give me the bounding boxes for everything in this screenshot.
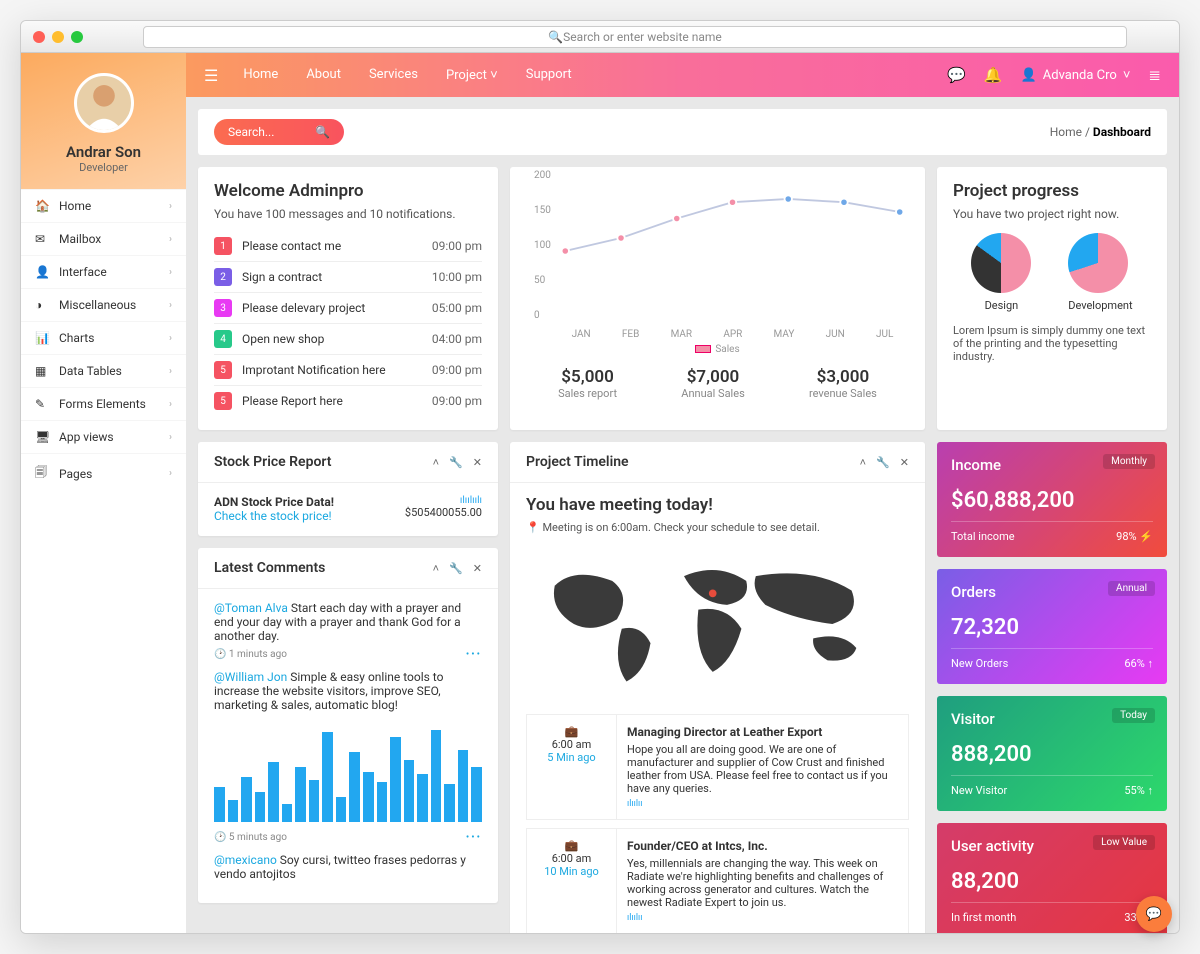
task-row[interactable]: 5Improtant Notification here09:00 pm — [214, 355, 482, 386]
nav-item[interactable]: 🖥App views› — [21, 420, 186, 453]
sidebar: Andrar Son Developer 🏠Home›✉Mailbox›👤Int… — [21, 53, 186, 933]
topnav-item[interactable]: Services — [369, 67, 418, 83]
task-row[interactable]: 2Sign a contract10:00 pm — [214, 262, 482, 293]
menu-toggle-icon[interactable]: ☰ — [204, 66, 218, 85]
timeline-item: 💼6:00 am5 Min ago Managing Director at L… — [526, 714, 909, 820]
nav-item[interactable]: ◑Miscellaneous› — [21, 288, 186, 321]
chevron-right-icon: › — [169, 201, 172, 212]
chat-fab[interactable]: 💬 — [1136, 896, 1172, 932]
timeline-card: Project Timeline˄🔧✕ You have meeting tod… — [510, 442, 925, 933]
nav-item[interactable]: ✉Mailbox› — [21, 222, 186, 255]
task-row[interactable]: 4Open new shop04:00 pm — [214, 324, 482, 355]
apps-icon[interactable]: ≣ — [1148, 66, 1161, 84]
home-icon: 🏠 — [35, 199, 51, 213]
chevron-right-icon: › — [169, 267, 172, 278]
world-map[interactable] — [526, 544, 909, 704]
search-input[interactable]: Search...🔍 — [214, 119, 344, 145]
sales-chart-card: 050100150200 JANFEBMARAPRMAYJUNJUL Sales… — [510, 167, 925, 430]
chevron-right-icon: › — [169, 399, 172, 410]
stat-card-activity[interactable]: User activityLow Value 88,200 In first m… — [937, 823, 1167, 933]
more-icon[interactable]: ••• — [466, 832, 482, 843]
interface-icon: 👤 — [35, 265, 51, 279]
maximize-window-icon[interactable] — [71, 31, 83, 43]
chevron-right-icon: › — [169, 300, 172, 311]
bell-icon[interactable]: 🔔 — [984, 66, 1003, 84]
profile-name: Andrar Son — [31, 143, 176, 161]
app views-icon: 🖥 — [35, 430, 51, 444]
search-icon: 🔍 — [315, 125, 330, 139]
user-menu[interactable]: 👤 Advanda Cro ˅ — [1021, 67, 1131, 83]
topnav-item[interactable]: Project ˅ — [446, 67, 498, 83]
stock-card: Stock Price Report˄🔧✕ ADN Stock Price Da… — [198, 442, 498, 536]
close-window-icon[interactable] — [33, 31, 45, 43]
welcome-card: Welcome Adminpro You have 100 messages a… — [198, 167, 498, 430]
more-icon[interactable]: ••• — [466, 649, 482, 660]
close-icon[interactable]: ✕ — [473, 456, 482, 469]
pages-icon: 🗐 — [35, 463, 51, 484]
topnav-item[interactable]: Support — [526, 67, 572, 83]
nav-item[interactable]: ✎Forms Elements› — [21, 387, 186, 420]
topnav-item[interactable]: About — [306, 67, 341, 83]
avatar[interactable] — [74, 73, 134, 133]
pie-chart — [971, 233, 1031, 293]
task-row[interactable]: 1Please contact me09:00 pm — [214, 231, 482, 262]
pie-chart — [1068, 233, 1128, 293]
url-bar[interactable]: 🔍 Search or enter website name — [143, 26, 1127, 48]
task-row[interactable]: 5Please Report here09:00 pm — [214, 386, 482, 416]
browser-titlebar: 🔍 Search or enter website name — [21, 21, 1179, 53]
data tables-icon: ▦ — [35, 364, 51, 378]
nav-item[interactable]: 👤Interface› — [21, 255, 186, 288]
comments-card: Latest Comments˄🔧✕ @Toman Alva Start eac… — [198, 548, 498, 903]
stat-card-income[interactable]: IncomeMonthly $60,888,200 Total income98… — [937, 442, 1167, 557]
profile-role: Developer — [31, 161, 176, 174]
chevron-right-icon: › — [169, 234, 172, 245]
charts-icon: 📊 — [35, 331, 51, 345]
nav-item[interactable]: 🏠Home› — [21, 189, 186, 222]
mailbox-icon: ✉ — [35, 232, 51, 246]
miscellaneous-icon: ◑ — [35, 298, 51, 312]
nav-item[interactable]: 🗐Pages› — [21, 453, 186, 493]
timeline-item: 💼6:00 am10 Min ago Founder/CEO at Intcs,… — [526, 828, 909, 933]
chevron-right-icon: › — [169, 468, 172, 479]
topbar: ☰ HomeAboutServicesProject ˅Support 💬 🔔 … — [186, 53, 1179, 97]
nav-item[interactable]: 📊Charts› — [21, 321, 186, 354]
forms elements-icon: ✎ — [35, 397, 51, 411]
breadcrumb: Home / Dashboard — [1050, 125, 1151, 139]
chevron-right-icon: › — [169, 333, 172, 344]
chat-icon[interactable]: 💬 — [947, 66, 966, 84]
task-row[interactable]: 3Please delevary project05:00 pm — [214, 293, 482, 324]
topnav-item[interactable]: Home — [243, 67, 278, 83]
chevron-right-icon: › — [169, 366, 172, 377]
stock-link[interactable]: Check the stock price! — [214, 509, 332, 523]
comment-item: @Toman Alva Start each day with a prayer… — [214, 601, 482, 660]
stat-card-orders[interactable]: OrdersAnnual 72,320 New Orders66% ↑ — [937, 569, 1167, 684]
settings-icon[interactable]: 🔧 — [449, 456, 463, 469]
stat-card-visitor[interactable]: VisitorToday 888,200 New Visitor55% ↑ — [937, 696, 1167, 811]
chevron-right-icon: › — [169, 432, 172, 443]
comment-item: @William Jon Simple & easy online tools … — [214, 670, 482, 843]
comment-item: @mexicano Soy cursi, twitteo frases pedo… — [214, 853, 482, 881]
minimize-window-icon[interactable] — [52, 31, 64, 43]
collapse-icon[interactable]: ˄ — [433, 456, 439, 469]
progress-card: Project progress You have two project ri… — [937, 167, 1167, 430]
nav-item[interactable]: ▦Data Tables› — [21, 354, 186, 387]
